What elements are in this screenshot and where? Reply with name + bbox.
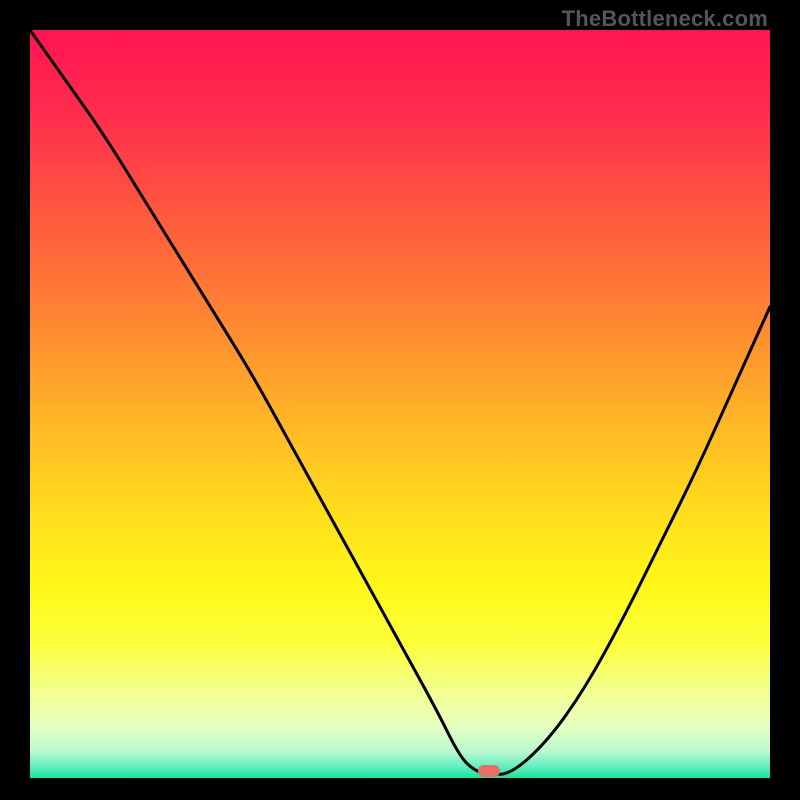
watermark-text: TheBottleneck.com — [562, 6, 768, 32]
plot-area — [30, 30, 770, 778]
chart-frame: TheBottleneck.com — [0, 0, 800, 800]
bottleneck-curve — [30, 30, 770, 778]
optimal-point-marker — [478, 765, 500, 777]
